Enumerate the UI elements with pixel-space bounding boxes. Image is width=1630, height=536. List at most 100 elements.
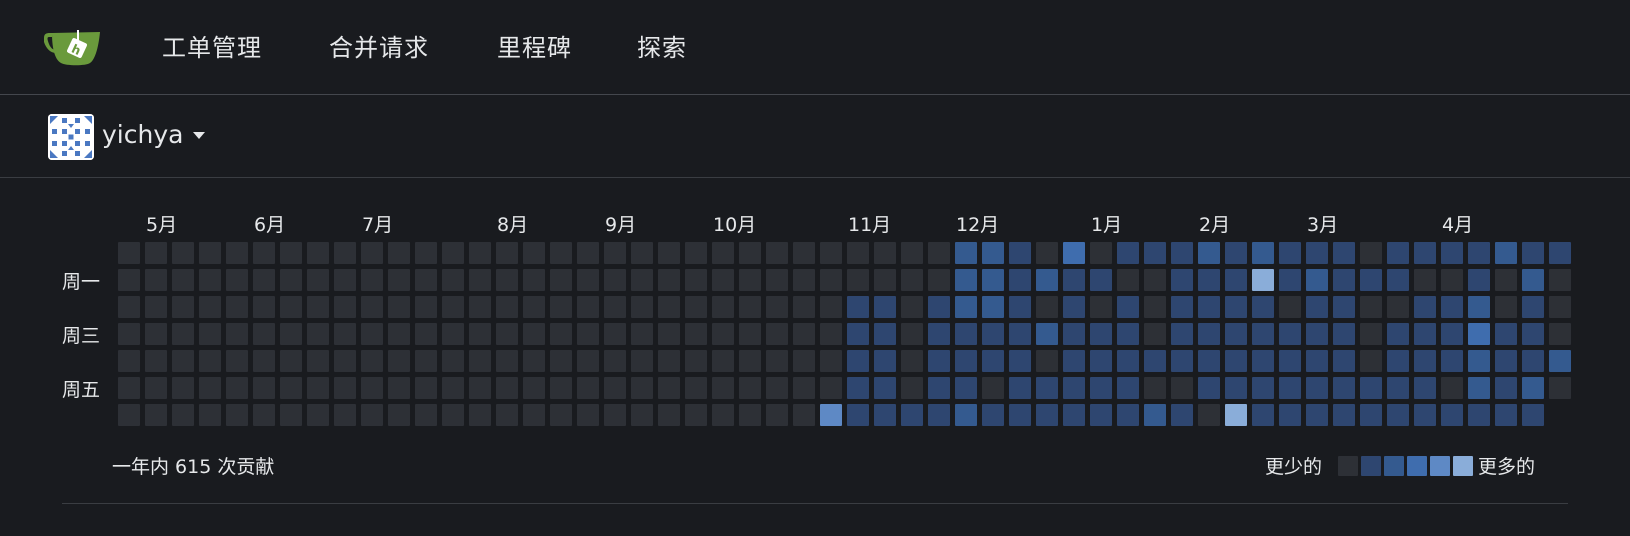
heatmap-cell[interactable] — [1144, 296, 1166, 318]
heatmap-cell[interactable] — [1036, 404, 1058, 426]
heatmap-cell[interactable] — [712, 323, 734, 345]
heatmap-cell[interactable] — [820, 323, 842, 345]
heatmap-cell[interactable] — [1549, 242, 1571, 264]
heatmap-cell[interactable] — [1252, 296, 1274, 318]
heatmap-cell[interactable] — [955, 404, 977, 426]
heatmap-cell[interactable] — [928, 323, 950, 345]
heatmap-cell[interactable] — [1171, 269, 1193, 291]
heatmap-cell[interactable] — [1036, 242, 1058, 264]
heatmap-cell[interactable] — [955, 377, 977, 399]
heatmap-cell[interactable] — [1090, 296, 1112, 318]
heatmap-cell[interactable] — [982, 242, 1004, 264]
heatmap-cell[interactable] — [712, 269, 734, 291]
heatmap-cell[interactable] — [1495, 296, 1517, 318]
heatmap-cell[interactable] — [928, 296, 950, 318]
heatmap-cell[interactable] — [1279, 296, 1301, 318]
heatmap-cell[interactable] — [1387, 323, 1409, 345]
heatmap-cell[interactable] — [226, 296, 248, 318]
heatmap-cell[interactable] — [712, 296, 734, 318]
heatmap-cell[interactable] — [253, 296, 275, 318]
heatmap-cell[interactable] — [739, 296, 761, 318]
heatmap-cell[interactable] — [982, 296, 1004, 318]
heatmap-cell[interactable] — [1063, 404, 1085, 426]
heatmap-cell[interactable] — [982, 377, 1004, 399]
heatmap-cell[interactable] — [334, 242, 356, 264]
heatmap-cell[interactable] — [496, 296, 518, 318]
heatmap-cell[interactable] — [1252, 269, 1274, 291]
heatmap-cell[interactable] — [604, 242, 626, 264]
heatmap-cell[interactable] — [1387, 296, 1409, 318]
heatmap-cell[interactable] — [1387, 404, 1409, 426]
heatmap-cell[interactable] — [604, 377, 626, 399]
heatmap-cell[interactable] — [1414, 269, 1436, 291]
heatmap-cell[interactable] — [577, 242, 599, 264]
heatmap-cell[interactable] — [1252, 323, 1274, 345]
heatmap-cell[interactable] — [469, 296, 491, 318]
heatmap-cell[interactable] — [604, 296, 626, 318]
heatmap-cell[interactable] — [1468, 404, 1490, 426]
heatmap-cell[interactable] — [1360, 350, 1382, 372]
heatmap-cell[interactable] — [739, 377, 761, 399]
heatmap-cell[interactable] — [901, 269, 923, 291]
heatmap-cell[interactable] — [307, 323, 329, 345]
heatmap-cell[interactable] — [523, 269, 545, 291]
heatmap-cell[interactable] — [550, 269, 572, 291]
heatmap-cell[interactable] — [1198, 350, 1220, 372]
heatmap-cell[interactable] — [793, 296, 815, 318]
heatmap-cell[interactable] — [1009, 404, 1031, 426]
heatmap-cell[interactable] — [685, 323, 707, 345]
heatmap-cell[interactable] — [712, 242, 734, 264]
heatmap-cell[interactable] — [1522, 350, 1544, 372]
heatmap-cell[interactable] — [577, 350, 599, 372]
heatmap-cell[interactable] — [1522, 377, 1544, 399]
heatmap-cell[interactable] — [820, 242, 842, 264]
heatmap-cell[interactable] — [1549, 323, 1571, 345]
heatmap-cell[interactable] — [523, 323, 545, 345]
heatmap-cell[interactable] — [631, 296, 653, 318]
heatmap-cell[interactable] — [847, 404, 869, 426]
heatmap-cell[interactable] — [1144, 350, 1166, 372]
heatmap-cell[interactable] — [253, 323, 275, 345]
heatmap-cell[interactable] — [1306, 296, 1328, 318]
heatmap-cell[interactable] — [280, 377, 302, 399]
heatmap-cell[interactable] — [874, 404, 896, 426]
heatmap-cell[interactable] — [1495, 377, 1517, 399]
heatmap-cell[interactable] — [145, 350, 167, 372]
heatmap-cell[interactable] — [793, 350, 815, 372]
heatmap-cell[interactable] — [1333, 377, 1355, 399]
heatmap-cell[interactable] — [1441, 242, 1463, 264]
heatmap-cell[interactable] — [469, 350, 491, 372]
heatmap-cell[interactable] — [1387, 377, 1409, 399]
heatmap-cell[interactable] — [1009, 296, 1031, 318]
heatmap-cell[interactable] — [1468, 323, 1490, 345]
heatmap-cell[interactable] — [658, 242, 680, 264]
heatmap-cell[interactable] — [280, 242, 302, 264]
heatmap-cell[interactable] — [955, 242, 977, 264]
heatmap-cell[interactable] — [1198, 377, 1220, 399]
heatmap-cell[interactable] — [1279, 323, 1301, 345]
heatmap-cell[interactable] — [550, 296, 572, 318]
heatmap-cell[interactable] — [1549, 296, 1571, 318]
heatmap-cell[interactable] — [1468, 242, 1490, 264]
nav-issues[interactable]: 工单管理 — [162, 30, 262, 66]
heatmap-cell[interactable] — [1306, 269, 1328, 291]
heatmap-cell[interactable] — [334, 323, 356, 345]
heatmap-cell[interactable] — [658, 350, 680, 372]
heatmap-cell[interactable] — [577, 323, 599, 345]
heatmap-cell[interactable] — [793, 377, 815, 399]
heatmap-cell[interactable] — [604, 404, 626, 426]
heatmap-cell[interactable] — [442, 377, 464, 399]
heatmap-cell[interactable] — [928, 377, 950, 399]
heatmap-cell[interactable] — [550, 350, 572, 372]
heatmap-cell[interactable] — [928, 350, 950, 372]
heatmap-cell[interactable] — [1495, 242, 1517, 264]
heatmap-cell[interactable] — [1198, 404, 1220, 426]
heatmap-cell[interactable] — [1306, 323, 1328, 345]
heatmap-cell[interactable] — [1495, 350, 1517, 372]
heatmap-cell[interactable] — [415, 404, 437, 426]
heatmap-cell[interactable] — [1468, 377, 1490, 399]
heatmap-cell[interactable] — [1225, 296, 1247, 318]
heatmap-cell[interactable] — [1090, 242, 1112, 264]
heatmap-cell[interactable] — [604, 323, 626, 345]
heatmap-cell[interactable] — [1225, 350, 1247, 372]
